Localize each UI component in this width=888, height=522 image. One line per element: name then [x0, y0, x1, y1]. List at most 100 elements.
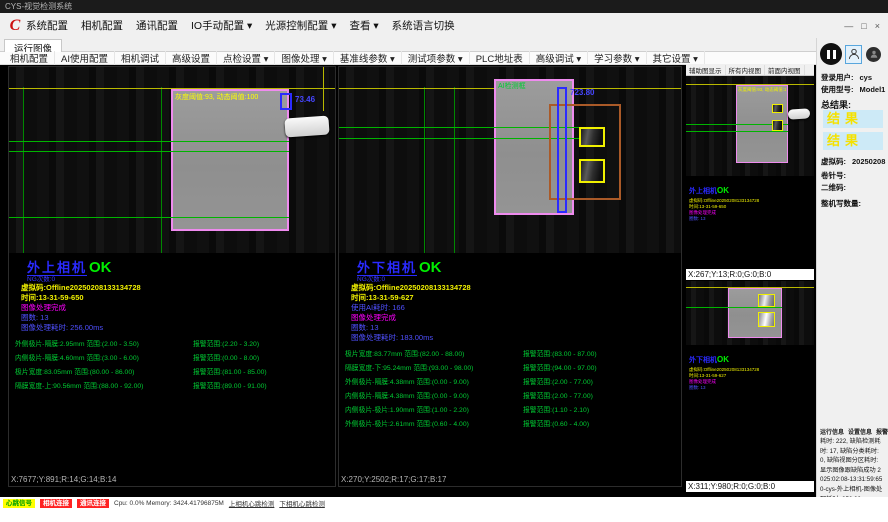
measurement-rows: 外侧极片-隔膜:2.95mm 范围:(2.00 - 3.50)报警范围:(2.2… [15, 336, 333, 392]
measurement-row: 内侧极片-极片:1.90mm 范围:(1.00 - 2.20)报警范围:(1.1… [345, 402, 679, 416]
toolbar-image-process[interactable]: 图像处理 ▾ [275, 51, 333, 65]
alarm-range-text: 报警范围:(81.00 - 85.00) [193, 366, 267, 376]
alarm-range-text: 报警范围:(0.00 - 8.00) [193, 352, 259, 362]
pause-button[interactable] [820, 43, 842, 65]
toolbar-camera-debug[interactable]: 相机调试 [115, 51, 166, 65]
camera-image-lower[interactable]: AI检测框 723.80 [339, 67, 681, 253]
ai-elapsed-label: 使用AI耗时: 166 [351, 302, 679, 312]
menu-item-language[interactable]: 系统语言切换 [392, 18, 455, 33]
toolbar-test-params[interactable]: 测试项参数 ▾ [402, 51, 470, 65]
write-count-label: 整机写数量: [821, 198, 861, 209]
cpu-memory-readout: Cpu: 0.0% Memory: 3424.41796875M [114, 500, 224, 507]
process-done-label: 图像处理完成 [351, 312, 679, 322]
elapsed-label: 图像处理耗时: 183.00ms [351, 332, 679, 342]
model-label: 使用型号: [821, 85, 854, 94]
measure-text: 隔膜宽度-下:95.24mm 范围:(93.00 - 98.00) [345, 362, 523, 372]
measurement-row: 内侧极片-隔膜:4.38mm 范围:(0.00 - 9.00)报警范围:(2.0… [345, 388, 679, 402]
minimize-icon[interactable]: — [844, 21, 853, 31]
run-info-log: 耗时: 222, 缺陷检测耗时: 17, 缺陷分类耗时: 0, 缺陷视图分区耗时… [820, 437, 884, 504]
measurement-row: 外侧极片-隔膜:4.38mm 范围:(0.00 - 9.00)报警范围:(2.0… [689, 407, 811, 415]
info-tab-run[interactable]: 运行信息 [820, 427, 844, 436]
app-window: CYS-视觉检测系统 C 系统配置 相机配置 通讯配置 IO手动配置 ▾ 光源控… [0, 0, 888, 522]
operator-button[interactable] [865, 45, 882, 64]
mini-tab-aux-view[interactable]: 辅助图显示 [686, 65, 726, 75]
tab-detect-box [579, 159, 605, 183]
camera-name-label: 外下相机 [689, 357, 717, 364]
menu-item-camera-config[interactable]: 相机配置 [81, 18, 123, 33]
tab-detect-box [772, 120, 783, 131]
menu-item-system-config[interactable]: 系统配置 [26, 18, 68, 33]
toolbar-ai-config[interactable]: AI使用配置 [55, 51, 115, 65]
measurement-row: 内侧极片-隔膜:4.38mm 范围:(0.00 - 9.00)报警范围:(2.0… [689, 415, 811, 423]
camera-connect-badge: 相机连接 [40, 499, 72, 508]
tab-strip: 运行图像 [0, 38, 888, 52]
alarm-range-text: 报警范围:(0.60 - 4.00) [523, 418, 589, 428]
time-label: 时间:13-31-59-627 [351, 292, 679, 302]
close-icon[interactable]: × [875, 21, 880, 31]
menu-item-io-manual[interactable]: IO手动配置 ▾ [191, 18, 252, 33]
info-tab-strip: 运行信息 设置信息 报警信息 [820, 427, 888, 436]
loop-count-label: 圈数: 13 [351, 322, 679, 332]
measurement-row: 外侧极片-极片:2.61mm 范围:(0.60 - 4.00)报警范围:(0.6… [345, 416, 679, 430]
pixel-coordinate-readout: X:270;Y:2502;R:17;G:17;B:17 [341, 475, 446, 484]
login-user-label: 登录用户: [821, 73, 854, 82]
toolbar-camera-config[interactable]: 相机配置 [4, 51, 55, 65]
menu-item-view[interactable]: 查看 ▾ [349, 18, 378, 33]
time-label: 时间:13-31-59-650 [21, 292, 333, 302]
toolbar-advanced-debug[interactable]: 高级调试 ▾ [530, 51, 588, 65]
alarm-range-text: 报警范围:(89.00 - 91.00) [193, 380, 267, 390]
lower-camera-heartbeat-link[interactable]: 下相机心跳检测 [279, 498, 325, 508]
mini-result-text-lower: 外下相机OK 虚拟码:Offline20250208133134728 时间:1… [689, 349, 811, 439]
virtual-code-value: 20250208 [852, 157, 885, 166]
white-connector [788, 108, 811, 120]
measurement-row: 隔膜宽度-下:95.24mm 范围:(93.00 - 98.00)报警范围:(9… [689, 399, 811, 407]
menu-item-comm-config[interactable]: 通讯配置 [136, 18, 178, 33]
green-baseline [686, 131, 788, 132]
user-icon [847, 47, 861, 61]
app-logo-icon: C [4, 16, 26, 36]
toolbar-baseline-params[interactable]: 基准线参数 ▾ [334, 51, 402, 65]
green-vertical-line [424, 87, 425, 253]
mini-tab-front-inner[interactable]: 前面内视图 [765, 65, 805, 75]
measure-value-label: 723.80 [570, 88, 594, 97]
upper-camera-heartbeat-link[interactable]: 上相机心跳检测 [229, 498, 275, 508]
window-controls: — □ × [844, 21, 888, 31]
barcode-label: 虚拟码:Offline20250208133134728 [21, 282, 333, 292]
measurement-row: 隔膜宽度-上:90.56mm 范围:(88.00 - 92.00)报警范围:(8… [689, 246, 811, 254]
measure-text: 极片宽度:83.05mm 范围:(80.00 - 86.00) [15, 366, 193, 376]
measurement-row: 极片宽度:83.05mm 范围:(80.00 - 86.00)报警范围:(81.… [689, 238, 811, 246]
toolbar-other-settings[interactable]: 其它设置 ▾ [647, 51, 705, 65]
model-value: Model1 [860, 85, 886, 94]
result-box-lower: 结果 [823, 132, 883, 150]
toolbar-advanced-settings[interactable]: 高级设置 [166, 51, 217, 65]
mini-image-upper[interactable]: 灰度阈值:93, 动态阈值:100 [686, 76, 814, 176]
elapsed-label: 图像处理耗时: 256.00ms [21, 322, 333, 332]
measurement-row: 内侧极片-隔膜:4.60mm 范围:(3.00 - 6.00)报警范围:(0.0… [689, 230, 811, 238]
green-baseline [686, 307, 782, 308]
threshold-overlay-label: 灰度阈值:93, 动态阈值:100 [738, 87, 786, 93]
measure-text: 外侧极片-隔膜:2.95mm 范围:(2.00 - 3.50) [15, 338, 193, 348]
green-vertical-line [454, 87, 455, 253]
camera-view-lower: AI检测框 723.80 外下相机OK NG次数:0 虚拟码:Offline20… [338, 66, 682, 487]
measurement-row: 极片宽度:83.77mm 范围:(82.00 - 88.00)报警范围:(83.… [345, 346, 679, 360]
comm-connect-badge: 通讯连接 [77, 499, 109, 508]
toolbar-spot-check[interactable]: 点检设置 ▾ [217, 51, 275, 65]
toolbar-plc-table[interactable]: PLC地址表 [470, 51, 530, 65]
mini-tab-all-inner[interactable]: 所有内视图 [726, 65, 766, 75]
measure-text: 内侧极片-隔膜:4.38mm 范围:(0.00 - 9.00) [345, 390, 523, 400]
menu-item-light-control[interactable]: 光源控制配置 ▾ [265, 18, 336, 33]
measurement-row: 内侧极片-隔膜:4.60mm 范围:(3.00 - 6.00)报警范围:(0.0… [15, 350, 333, 364]
pause-icon [833, 50, 836, 59]
camera-image-upper[interactable]: 灰度阈值:93, 动态阈值:100 73.46 [9, 67, 335, 253]
result-text-lower: 外下相机OK NG次数:0 虚拟码:Offline202502081331347… [339, 257, 679, 430]
tab-detect-box [579, 127, 605, 147]
login-user-button[interactable] [845, 45, 862, 64]
mini-image-lower[interactable] [686, 281, 814, 345]
measurement-row: 内侧极片-极片:1.90mm 范围:(1.00 - 2.20)报警范围:(1.1… [689, 423, 811, 431]
maximize-icon[interactable]: □ [861, 21, 866, 31]
toolbar-learn-params[interactable]: 学习参数 ▾ [588, 51, 646, 65]
info-tab-alarm[interactable]: 报警信息 [876, 427, 888, 436]
info-tab-settings[interactable]: 设置信息 [848, 427, 872, 436]
camera-name-label: 外上相机 [689, 188, 717, 195]
mini-view-upper: 灰度阈值:93, 动态阈值:100 外上相机OK 虚拟码:Offline2025… [686, 76, 814, 280]
